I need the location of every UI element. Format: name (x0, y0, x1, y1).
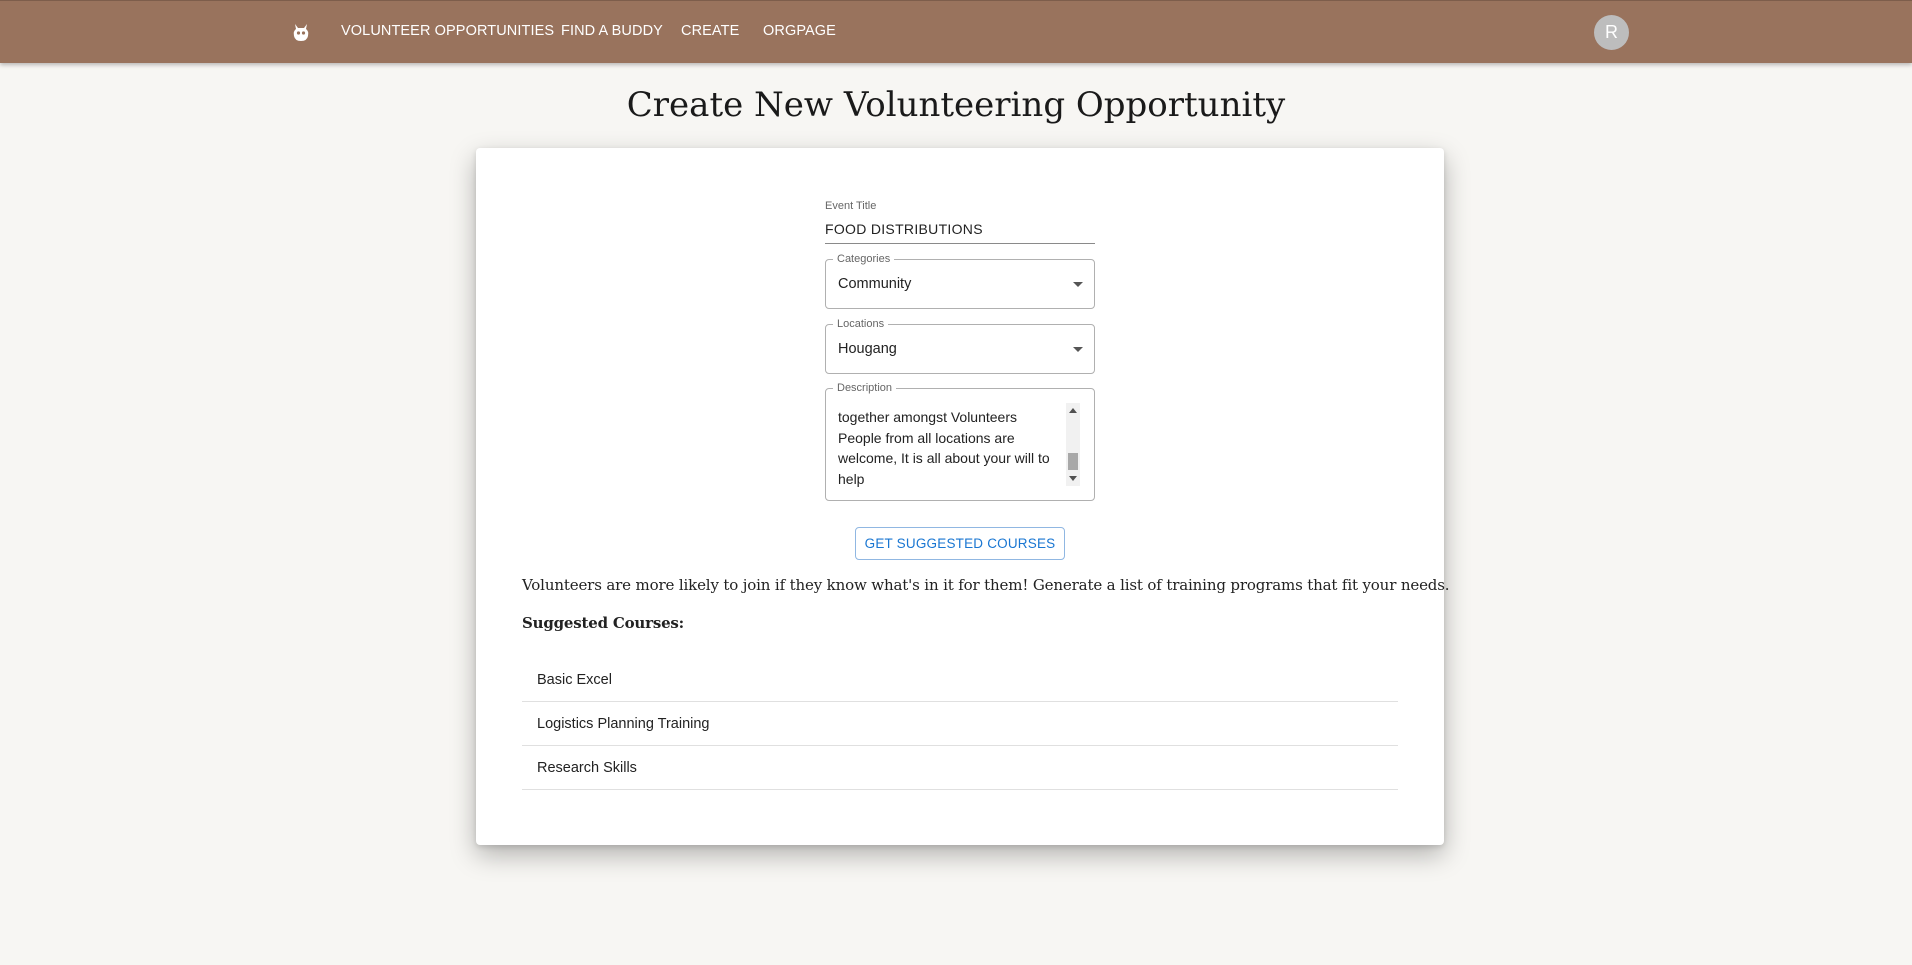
description-label: Description (833, 381, 897, 395)
nav-volunteer-opportunities[interactable]: VOLUNTEER OPPORTUNITIES (341, 23, 554, 39)
description-line: welcome, It is all about your will to (838, 450, 1050, 466)
description-scrollbar[interactable] (1066, 403, 1080, 486)
description-line: help (838, 470, 865, 487)
nav-find-a-buddy[interactable]: FIND A BUDDY (561, 23, 663, 39)
chevron-down-icon[interactable] (1073, 282, 1083, 287)
suggestions-blurb: Volunteers are more likely to join if th… (522, 576, 1450, 594)
list-item[interactable]: Research Skills (522, 746, 1398, 790)
list-item[interactable]: Logistics Planning Training (522, 702, 1398, 746)
suggested-courses-heading: Suggested Courses: (522, 614, 685, 632)
categories-value: Community (838, 276, 912, 292)
categories-label: Categories (833, 252, 895, 266)
page-title: Create New Volunteering Opportunity (626, 85, 1286, 125)
get-suggested-courses-button[interactable]: GET SUGGESTED COURSES (855, 527, 1065, 560)
description-line: People from all locations are (838, 429, 1015, 446)
locations-value: Hougang (838, 341, 897, 357)
categories-select[interactable]: Categories Community (825, 252, 1095, 309)
event-title-label: Event Title (825, 200, 877, 212)
scroll-up-icon[interactable] (1069, 408, 1077, 413)
locations-select[interactable]: Locations Hougang (825, 317, 1095, 374)
app-bar: VOLUNTEER OPPORTUNITIES FIND A BUDDY CRE… (0, 0, 1912, 63)
description-line: together amongst Volunteers (838, 409, 1018, 425)
list-item[interactable]: Basic Excel (522, 658, 1398, 702)
course-list: Basic Excel Logistics Planning Training … (522, 658, 1398, 790)
description-field[interactable]: Description · together amongst Volunteer… (825, 381, 1095, 501)
chevron-down-icon[interactable] (1073, 347, 1083, 352)
scrollbar-thumb[interactable] (1068, 453, 1078, 470)
robot-icon[interactable] (292, 21, 310, 43)
locations-label: Locations (833, 317, 889, 331)
nav-orgpage[interactable]: ORGPAGE (763, 23, 836, 39)
scroll-down-icon[interactable] (1069, 476, 1077, 481)
description-textarea[interactable]: · together amongst Volunteers People fro… (838, 401, 1060, 491)
event-title-input[interactable]: FOOD DISTRIBUTIONS (825, 221, 1095, 244)
avatar[interactable]: R (1594, 15, 1629, 50)
nav-create[interactable]: CREATE (681, 23, 739, 39)
